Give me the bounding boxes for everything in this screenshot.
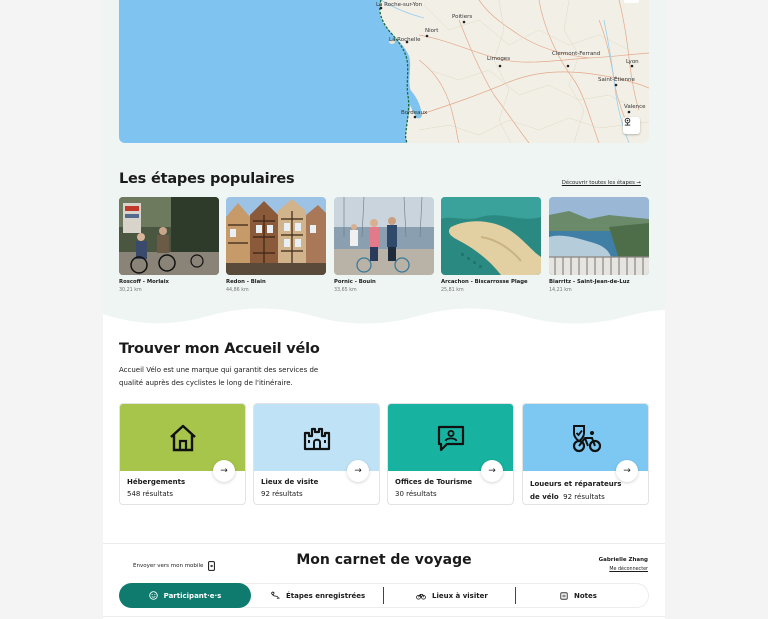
stage-photo (226, 197, 326, 275)
stage-distance: 33,65 km (334, 288, 357, 293)
map-city-label: La Roche-sur-Yon (376, 2, 423, 8)
category-title-line: Loueurs et réparateurs (530, 480, 622, 488)
house-icon (169, 424, 196, 451)
accueil-velo-title: Trouver mon Accueil vélo (119, 341, 320, 357)
category-card-hebergements[interactable]: → Hébergements 548 résultats (119, 403, 246, 505)
map-city-label: Lyon (626, 59, 639, 65)
category-card-loueurs-reparateurs[interactable]: → Loueurs et réparateurs de vélo 92 résul… (522, 403, 649, 505)
category-title: Hébergements (127, 478, 186, 486)
bike-repair-icon (572, 424, 601, 452)
stage-name: Biarritz - Saint-Jean-de-Luz (549, 279, 630, 285)
map-control-button[interactable] (624, 0, 639, 3)
tab-lieux-a-visiter[interactable]: Lieux à visiter (416, 583, 488, 608)
popular-stages-title: Les étapes populaires (119, 171, 295, 187)
category-count: 30 résultats (395, 490, 437, 498)
tab-etapes-enregistrees[interactable]: Étapes enregistrées (271, 583, 365, 608)
stage-card[interactable]: Arcachon - Biscarrosse Plage 25,81 km (441, 197, 541, 293)
tab-label: Lieux à visiter (432, 591, 488, 600)
stage-card[interactable]: Pornic - Bouin 33,65 km (334, 197, 434, 293)
category-card-lieux-de-visite[interactable]: → Lieux de visite 92 résultats (253, 403, 380, 505)
tab-label: Notes (574, 591, 597, 600)
route-icon (271, 591, 280, 599)
category-card-offices-de-tourisme[interactable]: → Offices de Tourisme 30 résultats (387, 403, 514, 505)
category-title: Offices de Tourisme (395, 478, 473, 486)
map-city-label: Limoges (487, 56, 511, 62)
stage-photo (549, 197, 649, 275)
accueil-velo-description: Accueil Vélo est une marque qui garantit… (119, 366, 319, 387)
tab-participants[interactable]: Participant·e·s (119, 583, 251, 608)
arrow-right-icon[interactable]: → (481, 460, 503, 482)
logout-link[interactable]: Me déconnecter (599, 567, 648, 572)
stage-photo (334, 197, 434, 275)
map-city-label: Saint-Étienne (598, 77, 635, 83)
tab-separator (515, 587, 516, 604)
stage-name: Pornic - Bouin (334, 279, 376, 285)
page: La Roche-sur-Yon Poitiers Niort La Roche… (103, 0, 665, 619)
wave-divider (103, 308, 665, 340)
itinerary-map[interactable]: La Roche-sur-Yon Poitiers Niort La Roche… (119, 0, 649, 143)
locate-button[interactable] (623, 117, 640, 134)
stage-distance: 30,21 km (119, 288, 142, 293)
stage-card[interactable]: Biarritz - Saint-Jean-de-Luz 14,21 km (549, 197, 649, 293)
info-board-icon (437, 425, 464, 451)
map-city-label: Bordeaux (401, 110, 428, 116)
map-city-label: La Rochelle (389, 37, 421, 43)
stage-photo (119, 197, 219, 275)
user-name: Gabrielle Zhang (598, 557, 648, 563)
stage-card[interactable]: Redon - Blain 44,86 km (226, 197, 326, 293)
stage-name: Roscoff - Morlaix (119, 279, 169, 285)
arrow-right-icon[interactable]: → (213, 460, 235, 482)
carnet-divider (103, 543, 665, 544)
stage-distance: 25,81 km (441, 288, 464, 293)
category-count: 548 résultats (127, 490, 174, 498)
location-icon (624, 117, 631, 126)
discover-all-stages-link[interactable]: Découvrir toutes les étapes → (562, 180, 641, 186)
map-city-label: Valence (624, 104, 646, 110)
stage-distance: 14,21 km (549, 288, 572, 293)
stage-photo (441, 197, 541, 275)
stage-card[interactable]: Roscoff - Morlaix 30,21 km (119, 197, 219, 293)
tab-separator (383, 587, 384, 604)
category-count: 92 résultats (563, 492, 605, 501)
stage-name: Arcachon - Biscarrosse Plage (441, 279, 528, 285)
user-block: Gabrielle Zhang Me déconnecter (599, 557, 648, 572)
tab-label: Participant·e·s (163, 591, 222, 600)
stage-name: Redon - Blain (226, 279, 266, 285)
category-title-line: de vélo (530, 492, 559, 501)
castle-icon (303, 427, 330, 450)
bike-icon (416, 593, 426, 600)
note-icon (560, 591, 568, 600)
map-city-label: Clermont-Ferrand (552, 51, 601, 57)
carnet-title: Mon carnet de voyage (296, 552, 472, 568)
category-count: 92 résultats (261, 490, 303, 498)
map-city-label: Poitiers (452, 14, 473, 20)
map-city-label: Niort (425, 28, 439, 34)
arrow-right-icon[interactable]: → (347, 460, 369, 482)
smiley-icon (148, 591, 158, 600)
category-title: Loueurs et réparateurs de vélo 92 résulta… (530, 478, 646, 503)
stage-distance: 44,86 km (226, 288, 249, 293)
tab-notes[interactable]: Notes (560, 583, 597, 608)
tab-label: Étapes enregistrées (286, 591, 366, 600)
bottom-divider (103, 616, 665, 617)
category-title: Lieux de visite (261, 478, 319, 486)
